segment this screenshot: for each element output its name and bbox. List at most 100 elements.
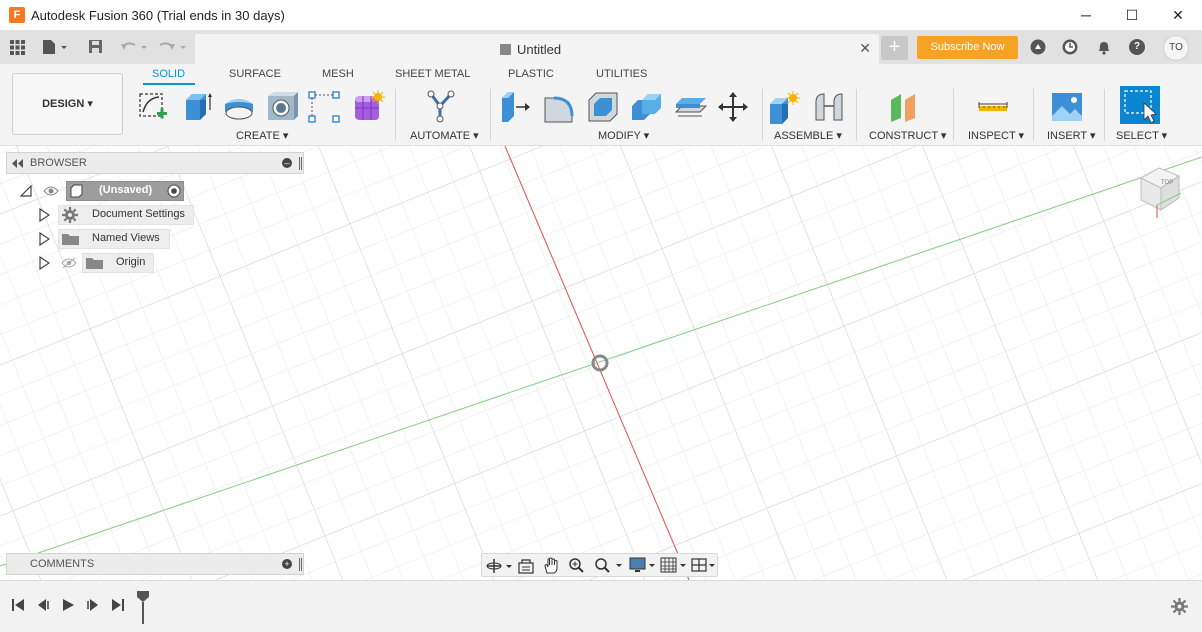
help-icon[interactable]: ?	[1129, 39, 1145, 55]
close-window-button[interactable]: ✕	[1155, 0, 1201, 31]
press-pull-icon[interactable]	[499, 90, 533, 124]
construct-menu[interactable]: CONSTRUCT ▾	[869, 129, 946, 142]
expand-triangle-icon[interactable]	[38, 232, 50, 246]
revolve-icon[interactable]	[222, 90, 256, 124]
pattern-icon[interactable]	[307, 90, 341, 124]
offset-face-icon[interactable]	[674, 90, 708, 124]
data-panel-grid-icon[interactable]	[10, 40, 25, 55]
tree-item-label: Origin	[116, 256, 146, 268]
ribbon-separator	[762, 89, 763, 141]
create-form-icon[interactable]	[351, 90, 385, 124]
go-to-start-icon[interactable]	[11, 598, 25, 612]
comments-expand-icon[interactable]: +	[282, 559, 292, 569]
browser-title: BROWSER	[30, 157, 87, 169]
viewcube-label: TOP	[1161, 180, 1173, 186]
active-tab-underline	[143, 83, 195, 85]
display-settings-icon[interactable]	[629, 557, 657, 574]
automate-icon[interactable]	[425, 90, 459, 124]
title-bar: F Autodesk Fusion 360 (Trial ends in 30 …	[0, 0, 1202, 31]
tab-solid[interactable]: SOLID	[152, 68, 185, 80]
notifications-bell-icon[interactable]	[1096, 39, 1112, 55]
create-sketch-icon[interactable]	[137, 90, 171, 124]
new-component-icon[interactable]	[768, 90, 802, 124]
toolbar-ribbon: DESIGN ▾ SOLID SURFACE MESH SHEET METAL …	[0, 64, 1202, 146]
go-to-end-icon[interactable]	[111, 598, 125, 612]
orbit-icon[interactable]	[486, 558, 512, 574]
visibility-eye-icon[interactable]	[43, 185, 59, 197]
panel-grip-icon[interactable]	[299, 157, 302, 170]
zoom-icon[interactable]	[568, 557, 586, 574]
tree-item-label: Document Settings	[92, 208, 185, 220]
collapse-browser-icon[interactable]	[11, 159, 23, 168]
joint-icon[interactable]	[812, 90, 846, 124]
move-copy-icon[interactable]	[716, 90, 750, 124]
extensions-icon[interactable]	[1030, 39, 1046, 55]
minimize-button[interactable]: ─	[1063, 0, 1109, 31]
comments-title: COMMENTS	[30, 558, 95, 570]
panel-grip-icon[interactable]	[299, 558, 302, 571]
tree-item-label: Named Views	[92, 232, 160, 244]
step-forward-icon[interactable]	[86, 598, 100, 612]
collapse-triangle-icon[interactable]	[20, 185, 32, 197]
ribbon-separator	[1033, 89, 1034, 141]
combine-icon[interactable]	[630, 90, 664, 124]
offset-plane-icon[interactable]	[887, 90, 921, 124]
measure-icon[interactable]	[976, 90, 1010, 124]
component-cube-icon	[500, 44, 511, 55]
workspace-switcher-button[interactable]: DESIGN ▾	[12, 73, 123, 135]
maximize-button[interactable]: ☐	[1109, 0, 1155, 31]
tree-item-named-views[interactable]: Named Views	[38, 229, 178, 249]
extrude-icon[interactable]	[180, 90, 214, 124]
insert-menu[interactable]: INSERT ▾	[1047, 129, 1096, 142]
viewcube-icon[interactable]: TOP	[1135, 160, 1183, 220]
tab-surface[interactable]: SURFACE	[229, 68, 281, 80]
timeline-settings-gear-icon[interactable]	[1171, 598, 1188, 615]
redo-icon[interactable]	[158, 39, 188, 55]
inspect-menu[interactable]: INSPECT ▾	[968, 129, 1024, 142]
insert-image-icon[interactable]	[1050, 90, 1084, 124]
user-avatar[interactable]: TO	[1163, 35, 1189, 61]
document-tab[interactable]: Untitled ✕	[195, 34, 879, 64]
root-component-label: (Unsaved)	[99, 184, 153, 196]
shell-icon[interactable]	[586, 90, 620, 124]
tree-item-document-settings[interactable]: Document Settings	[38, 205, 198, 225]
create-menu[interactable]: CREATE ▾	[236, 129, 288, 142]
automate-menu[interactable]: AUTOMATE ▾	[410, 129, 479, 142]
zoom-window-icon[interactable]	[594, 557, 624, 574]
tab-plastic[interactable]: PLASTIC	[508, 68, 554, 80]
tree-root-row[interactable]: (Unsaved)	[20, 181, 190, 201]
activate-radio-icon[interactable]	[167, 184, 181, 198]
play-icon[interactable]	[61, 598, 75, 612]
pan-hand-icon[interactable]	[543, 557, 559, 574]
folder-icon	[62, 234, 79, 245]
close-tab-button[interactable]: ✕	[859, 40, 871, 57]
tab-mesh[interactable]: MESH	[322, 68, 354, 80]
new-tab-button[interactable]: +	[881, 36, 908, 60]
modify-menu[interactable]: MODIFY ▾	[598, 129, 649, 142]
hole-icon[interactable]	[265, 90, 299, 124]
grid-snaps-icon[interactable]	[660, 557, 688, 574]
step-back-icon[interactable]	[36, 598, 50, 612]
hidden-eye-icon[interactable]	[61, 257, 77, 269]
undo-icon[interactable]	[119, 39, 149, 55]
save-icon[interactable]	[88, 39, 103, 54]
viewports-icon[interactable]	[691, 557, 717, 574]
tab-utilities[interactable]: UTILITIES	[596, 68, 647, 80]
tree-item-origin[interactable]: Origin	[38, 253, 158, 273]
select-icon[interactable]	[1120, 86, 1160, 124]
browser-minimize-icon[interactable]: –	[282, 158, 292, 168]
subscribe-now-button[interactable]: Subscribe Now	[917, 36, 1018, 59]
job-status-clock-icon[interactable]	[1062, 39, 1078, 55]
assemble-menu[interactable]: ASSEMBLE ▾	[774, 129, 842, 142]
navigation-toolbar	[481, 553, 718, 577]
select-menu[interactable]: SELECT ▾	[1116, 129, 1167, 142]
timeline-marker-icon[interactable]	[136, 590, 150, 624]
ribbon-separator	[490, 89, 491, 141]
expand-triangle-icon[interactable]	[38, 208, 50, 222]
tab-sheet-metal[interactable]: SHEET METAL	[395, 68, 470, 80]
look-at-icon[interactable]	[518, 558, 534, 574]
fillet-icon[interactable]	[542, 90, 576, 124]
window-title: Autodesk Fusion 360 (Trial ends in 30 da…	[31, 8, 285, 23]
file-menu-icon[interactable]	[41, 39, 69, 55]
expand-triangle-icon[interactable]	[38, 256, 50, 270]
